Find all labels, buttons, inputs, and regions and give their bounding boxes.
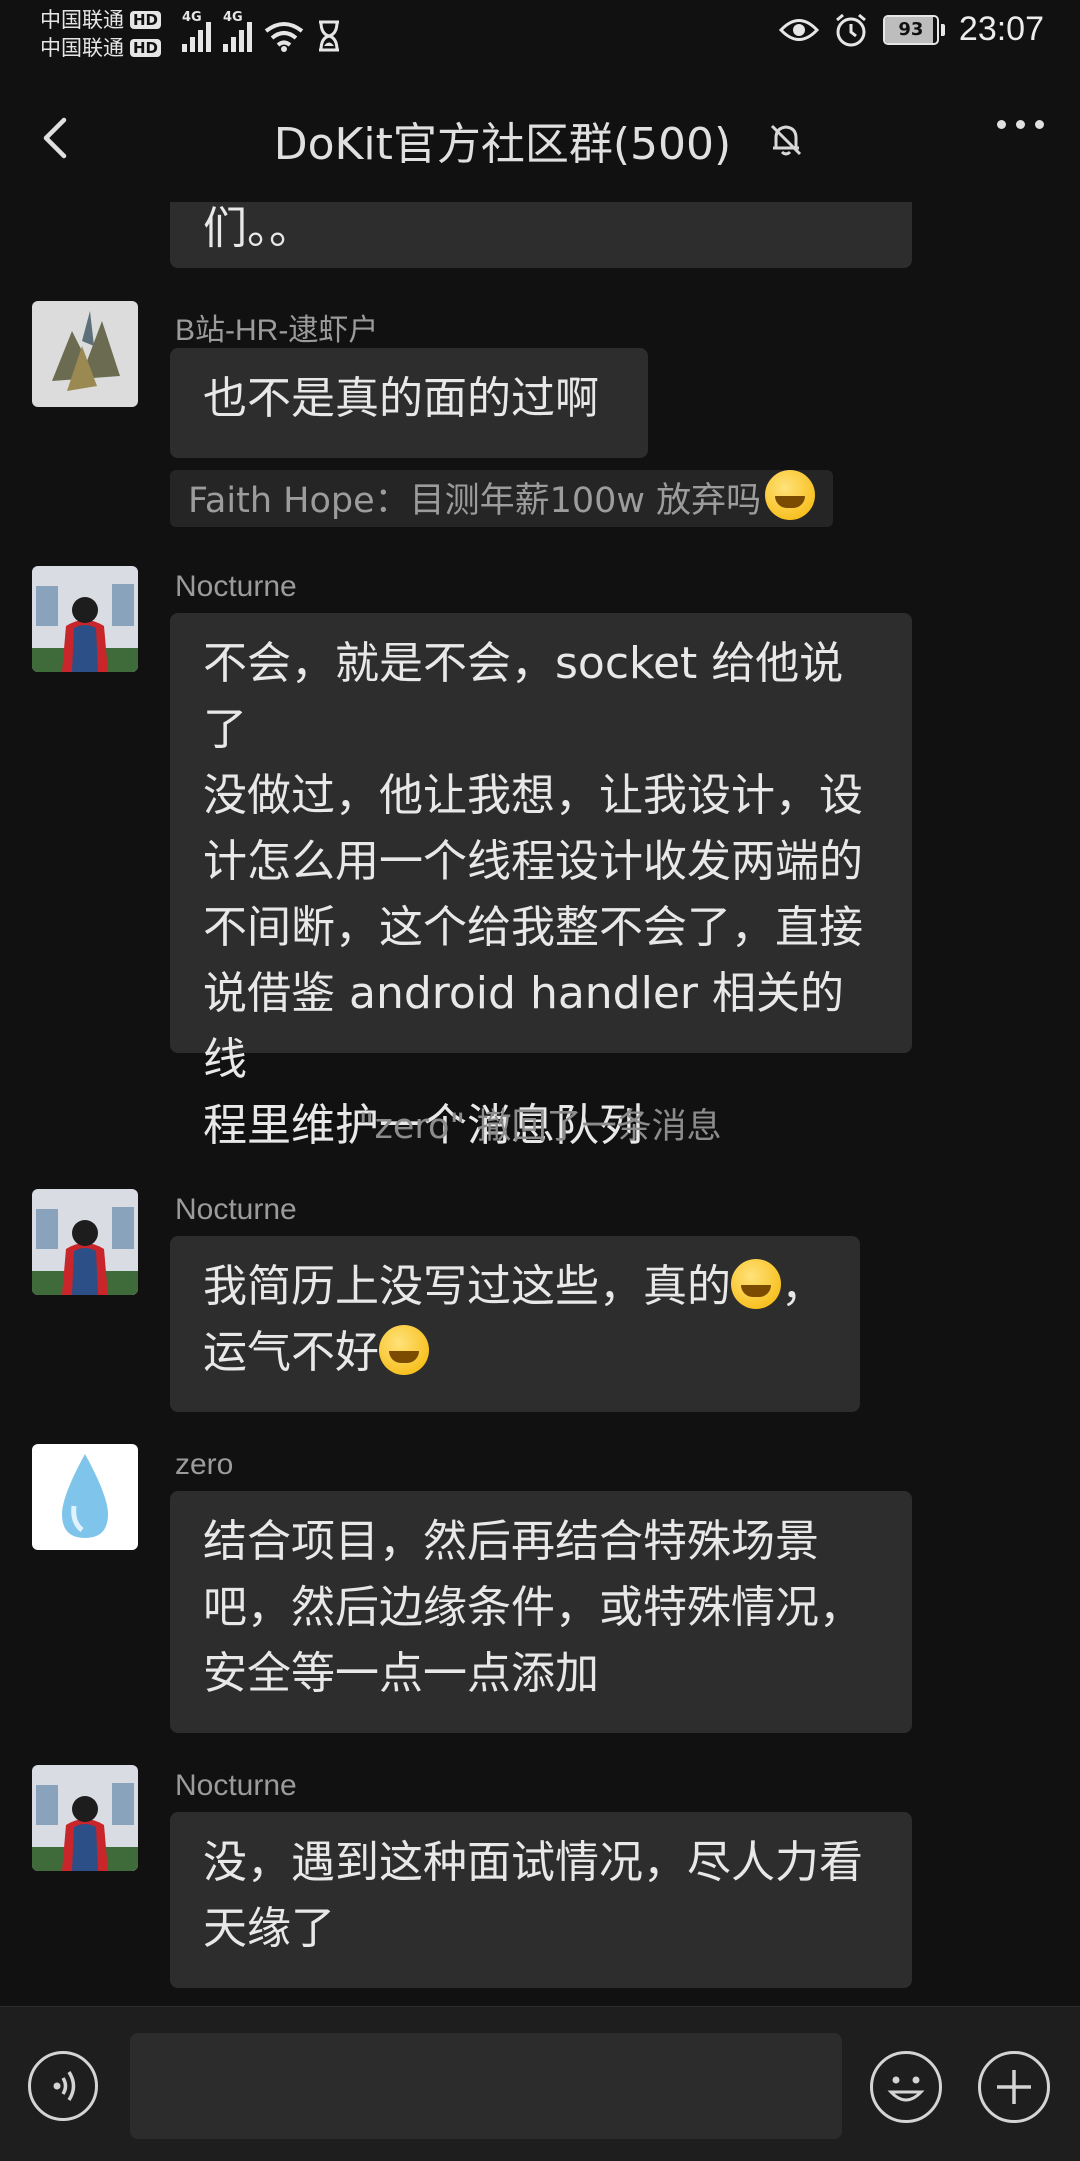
- crying-laughing-emoji-icon: [379, 1325, 429, 1375]
- sender-name: Nocturne: [175, 570, 297, 603]
- message-text: 也不是真的面的过啊: [203, 373, 599, 424]
- hourglass-icon: [319, 20, 339, 52]
- quote-text: Faith Hope：目测年薪100w 放弃吗: [188, 481, 762, 521]
- signal-icon: 4G: [223, 10, 252, 52]
- sender-name: zero: [175, 1448, 234, 1481]
- voice-icon[interactable]: [28, 2051, 98, 2121]
- signal-icon: 4G: [182, 10, 211, 52]
- system-notice: "zero" 撤回了一条消息: [358, 1107, 722, 1147]
- message-bubble[interactable]: 我简历上没写过这些，真的， 运气不好: [170, 1236, 860, 1412]
- carrier-info: 中国联通 HD 中国联通 HD: [40, 6, 162, 62]
- message-line: 不会，就是不会，socket 给他说了: [203, 638, 844, 755]
- message-text: 们。。: [203, 203, 313, 254]
- crying-laughing-emoji-icon: [731, 1259, 781, 1309]
- smile-icon[interactable]: [870, 2051, 942, 2123]
- chat-history[interactable]: 们。。 B站-HR-逮虾户 也不是真的面的过啊 Faith Hope：目测年薪1…: [0, 202, 1080, 2006]
- avatar[interactable]: [32, 1765, 138, 1871]
- sender-name: B站-HR-逮虾户: [175, 314, 379, 347]
- message-line: 没，遇到这种面试情况，尽人力看: [203, 1837, 863, 1888]
- message-bubble[interactable]: 也不是真的面的过啊: [170, 348, 648, 458]
- bell-off-icon: [771, 124, 802, 156]
- sweat-emoji-icon: [765, 470, 816, 520]
- message-line: 我简历上没写过这些，真的，: [203, 1259, 825, 1312]
- status-bar: 中国联通 HD 中国联通 HD 4G 4G 93 23:07: [0, 0, 1080, 70]
- sender-name: Nocturne: [175, 1769, 297, 1802]
- chat-title: DoKit官方社区群(500): [273, 119, 732, 170]
- message-line: 安全等一点一点添加: [203, 1648, 599, 1699]
- hd-badge: HD: [130, 39, 162, 57]
- message-line: 运气不好: [203, 1320, 828, 1386]
- avatar[interactable]: [32, 301, 138, 407]
- carrier-label: 中国联通: [40, 36, 124, 60]
- message-line: 说借鉴 android handler 相关的线: [203, 968, 844, 1085]
- message-line: 不间断，这个给我整不会了，直接: [203, 902, 863, 953]
- message-input[interactable]: [130, 2033, 842, 2139]
- message-bubble[interactable]: 们。。: [170, 202, 912, 268]
- plus-circle-icon[interactable]: [978, 2051, 1050, 2123]
- status-time: 23:07: [958, 10, 1044, 48]
- eye-icon: [778, 18, 819, 41]
- message-bubble[interactable]: 结合项目，然后再结合特殊场景 吧，然后边缘条件，或特殊情况， 安全等一点一点添加: [170, 1491, 912, 1733]
- more-dots-icon[interactable]: [997, 120, 1044, 129]
- chat-header: DoKit官方社区群(500): [0, 70, 1080, 202]
- message-bubble[interactable]: 没，遇到这种面试情况，尽人力看 天缘了: [170, 1812, 912, 1988]
- avatar[interactable]: [32, 566, 138, 672]
- sender-name: Nocturne: [175, 1193, 297, 1226]
- message-line: 吧，然后边缘条件，或特殊情况，: [203, 1582, 863, 1633]
- message-line: 结合项目，然后再结合特殊场景: [203, 1516, 819, 1567]
- avatar[interactable]: [32, 1444, 138, 1550]
- avatar[interactable]: [32, 1189, 138, 1295]
- carrier-label: 中国联通: [40, 8, 124, 32]
- alarm-icon: [835, 13, 866, 46]
- message-line: 没做过，他让我想，让我设计，设: [203, 770, 863, 821]
- battery-icon: 93: [882, 14, 945, 45]
- message-line: 计怎么用一个线程设计收发两端的: [203, 836, 863, 887]
- wifi-icon: [264, 22, 304, 52]
- input-bar: [0, 2006, 1080, 2161]
- hd-badge: HD: [130, 11, 162, 29]
- message-line: 天缘了: [203, 1903, 335, 1954]
- quoted-message[interactable]: Faith Hope：目测年薪100w 放弃吗: [170, 470, 834, 527]
- message-bubble[interactable]: 不会，就是不会，socket 给他说了 没做过，他让我想，让我设计，设 计怎么用…: [170, 613, 912, 1151]
- battery-level: 93: [898, 18, 924, 40]
